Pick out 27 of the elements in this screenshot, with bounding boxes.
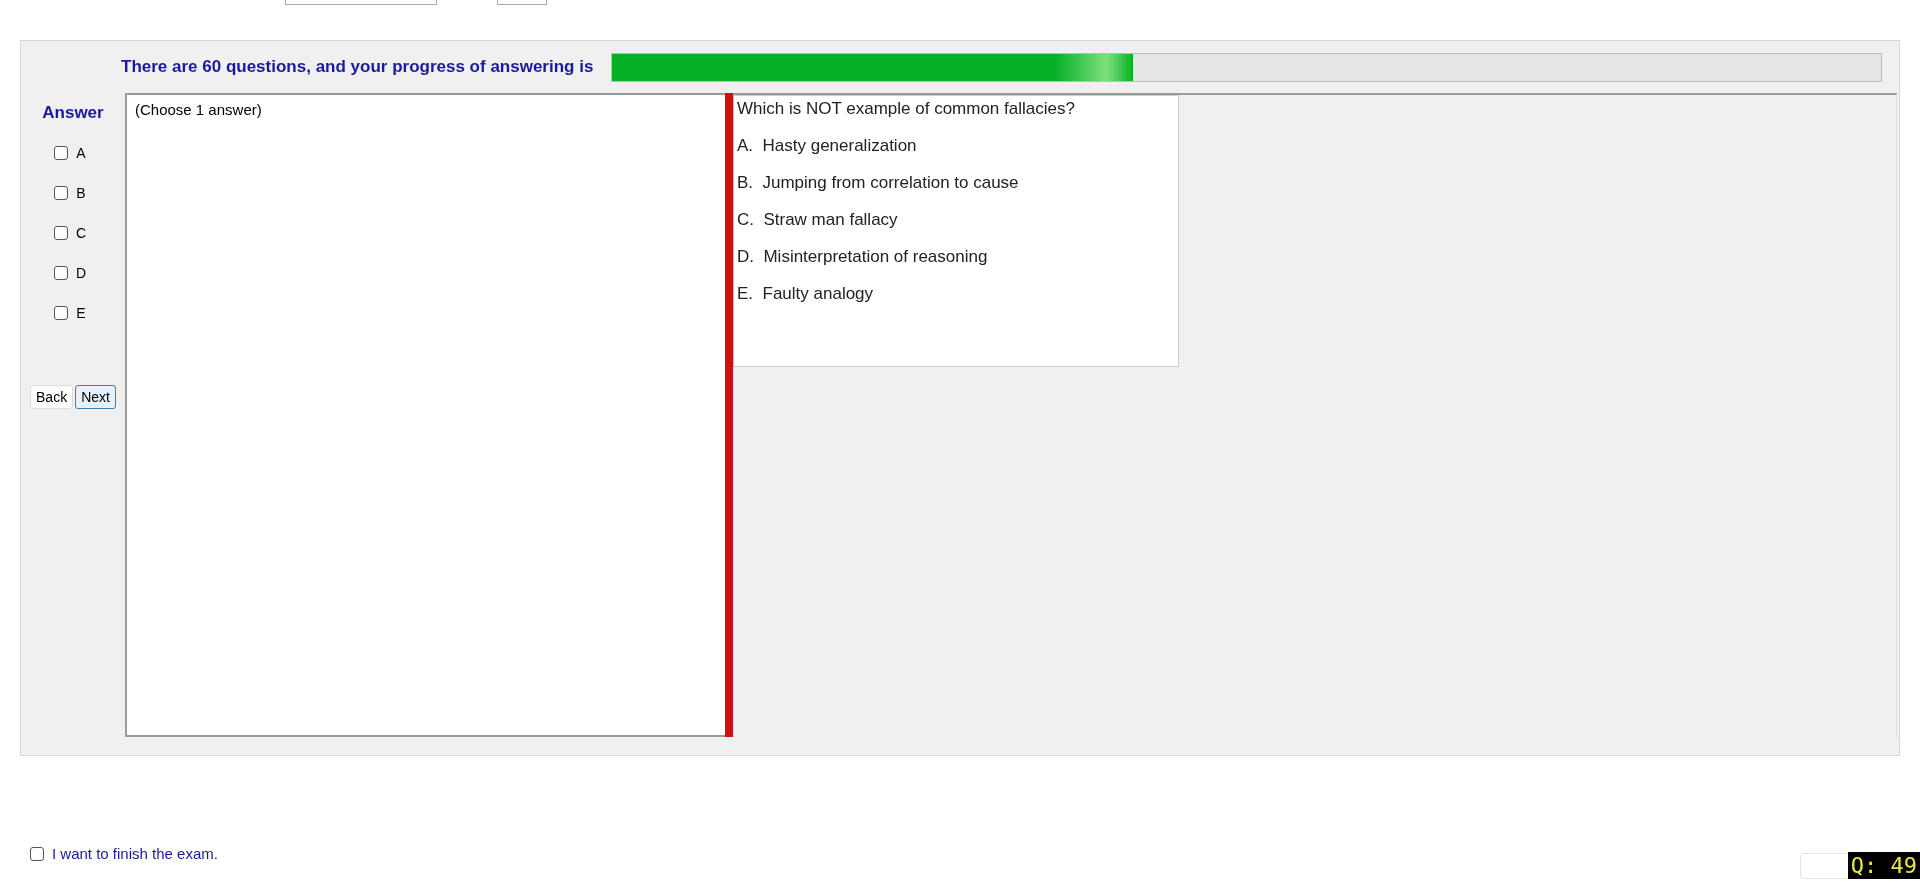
option-label: E bbox=[76, 305, 86, 321]
finish-label: I want to finish the exam. bbox=[52, 845, 218, 862]
choice-text: A. Hasty generalization bbox=[737, 136, 918, 156]
checkbox[interactable] bbox=[54, 186, 69, 200]
answer-text-area[interactable]: (Choose 1 answer) bbox=[125, 93, 725, 737]
option-label: C bbox=[75, 225, 87, 241]
answer-title: Answer bbox=[42, 103, 104, 123]
choice-text: C. Straw man fallacy bbox=[737, 210, 899, 230]
nav-button[interactable]: Back bbox=[30, 385, 74, 409]
checkbox[interactable] bbox=[53, 266, 68, 280]
progress-label: There are 60 questions, and your progress of answering is bbox=[121, 57, 594, 77]
choice-text: D. Misinterpretation of reasoning bbox=[737, 247, 989, 267]
dropdown-field[interactable] bbox=[497, 0, 547, 5]
choice-text: B. Jumping from correlation to cause bbox=[737, 173, 1020, 193]
dropdown-field[interactable] bbox=[285, 0, 437, 5]
option-label: B bbox=[76, 185, 86, 201]
option-label: D bbox=[75, 265, 87, 281]
choice-text: E. Faulty analogy bbox=[737, 284, 875, 304]
question-number-badge: Q: 49 bbox=[1847, 852, 1920, 879]
checkbox[interactable] bbox=[54, 146, 69, 160]
checkbox[interactable] bbox=[30, 846, 44, 861]
answer-hint: (Choose 1 answer) bbox=[135, 101, 262, 118]
checkbox[interactable] bbox=[53, 226, 68, 240]
question-text: Which is NOT example of common fallacies? bbox=[737, 99, 1076, 119]
option-label: A bbox=[76, 145, 86, 161]
nav-button[interactable]: Next bbox=[75, 385, 116, 409]
checkbox[interactable] bbox=[54, 306, 69, 320]
